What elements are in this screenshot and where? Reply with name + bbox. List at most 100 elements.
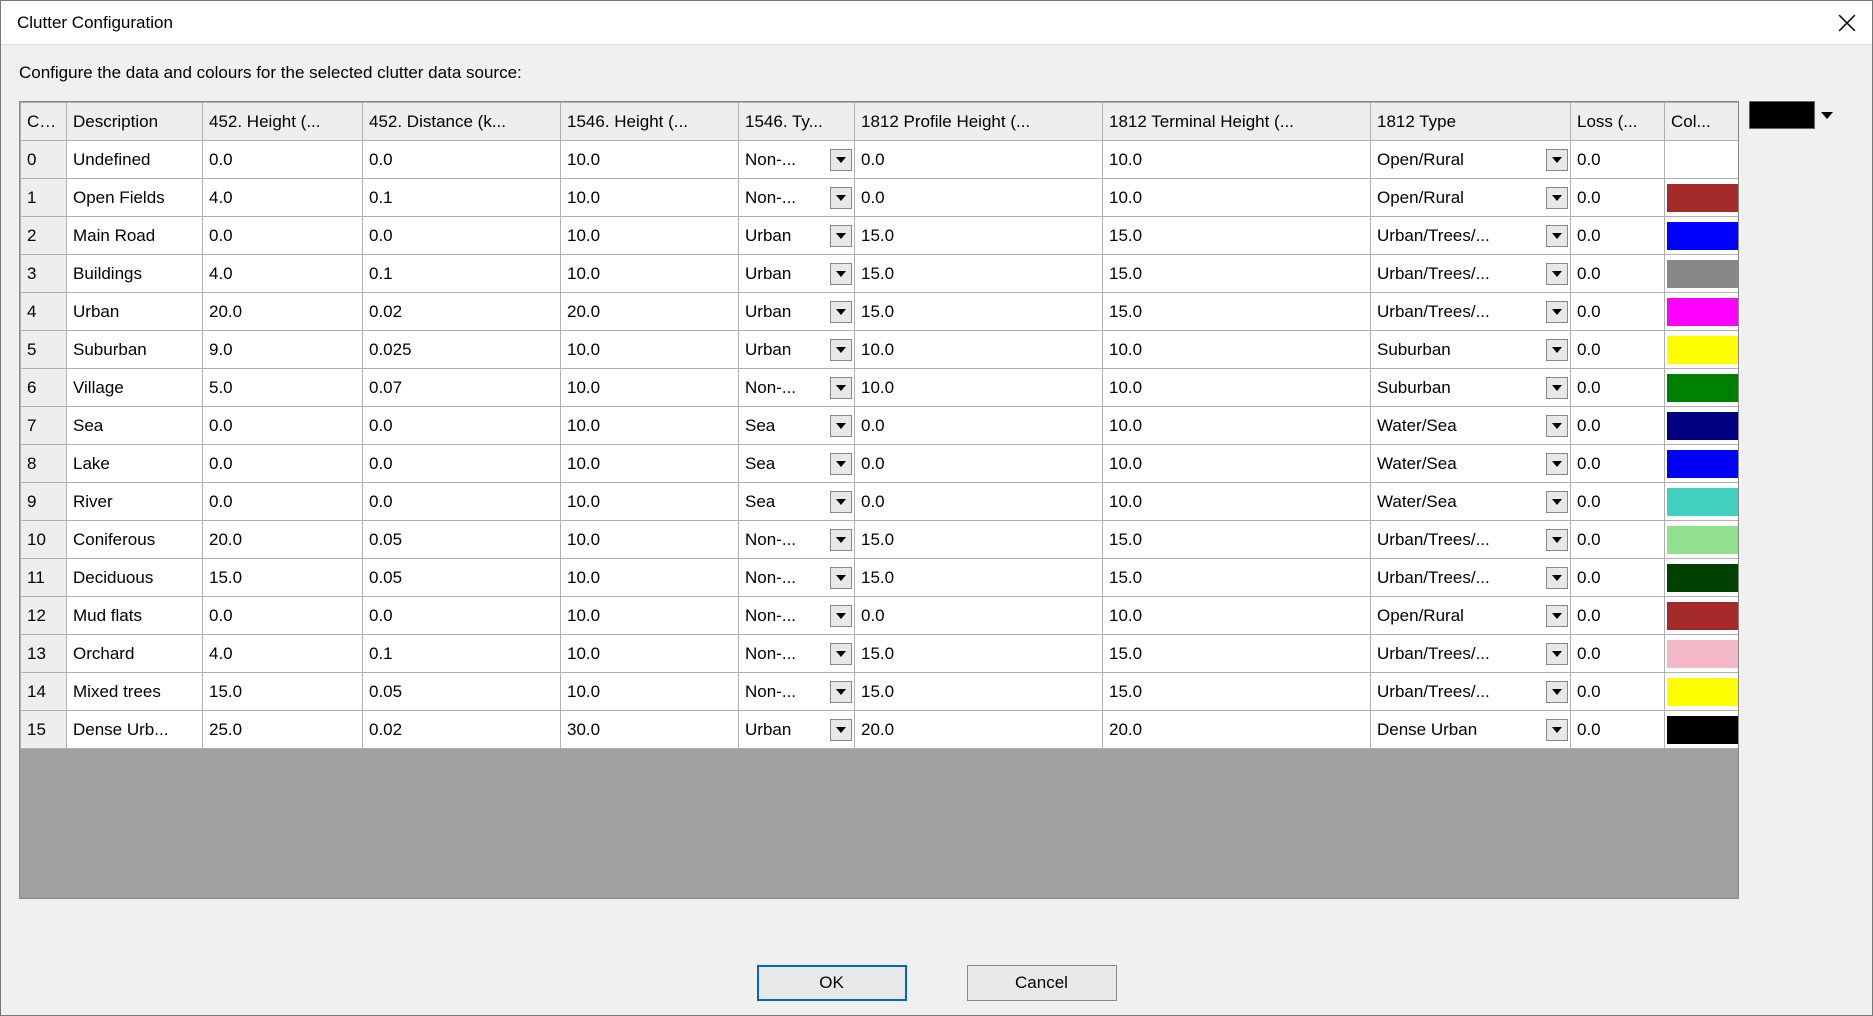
cell-t1546[interactable]: Non-... <box>739 521 855 559</box>
cell-h452[interactable]: 0.0 <box>203 483 363 521</box>
cell-t1812[interactable]: Water/Sea <box>1371 483 1571 521</box>
cell-t1546[interactable]: Urban <box>739 331 855 369</box>
dropdown-button[interactable] <box>1546 491 1568 513</box>
cell-desc[interactable]: Open Fields <box>67 179 203 217</box>
column-header[interactable]: 1546. Height (... <box>561 103 739 141</box>
cell-code[interactable]: 4 <box>21 293 67 331</box>
color-swatch[interactable] <box>1667 412 1738 440</box>
cell-h1546[interactable]: 10.0 <box>561 521 739 559</box>
cell-code[interactable]: 2 <box>21 217 67 255</box>
cell-h1546[interactable]: 10.0 <box>561 673 739 711</box>
cell-desc[interactable]: Orchard <box>67 635 203 673</box>
cell-d452[interactable]: 0.1 <box>363 255 561 293</box>
column-header[interactable]: Loss (... <box>1571 103 1665 141</box>
cell-ph1812[interactable]: 15.0 <box>855 635 1103 673</box>
cell-desc[interactable]: Dense Urb... <box>67 711 203 749</box>
cell-h1546[interactable]: 10.0 <box>561 635 739 673</box>
color-swatch[interactable] <box>1667 146 1738 174</box>
cell-t1546[interactable]: Sea <box>739 407 855 445</box>
column-header[interactable]: Co... <box>21 103 67 141</box>
color-swatch[interactable] <box>1667 526 1738 554</box>
color-swatch[interactable] <box>1667 450 1738 478</box>
cell-h452[interactable]: 4.0 <box>203 635 363 673</box>
cell-code[interactable]: 3 <box>21 255 67 293</box>
cell-h452[interactable]: 0.0 <box>203 217 363 255</box>
cell-ph1812[interactable]: 0.0 <box>855 445 1103 483</box>
cell-loss[interactable]: 0.0 <box>1571 141 1665 179</box>
cell-color[interactable] <box>1665 597 1740 635</box>
cell-t1546[interactable]: Non-... <box>739 673 855 711</box>
cell-h452[interactable]: 20.0 <box>203 521 363 559</box>
cell-h452[interactable]: 25.0 <box>203 711 363 749</box>
dropdown-button[interactable] <box>830 605 852 627</box>
cell-code[interactable]: 14 <box>21 673 67 711</box>
cell-loss[interactable]: 0.0 <box>1571 217 1665 255</box>
cell-color[interactable] <box>1665 407 1740 445</box>
cell-d452[interactable]: 0.02 <box>363 293 561 331</box>
cell-d452[interactable]: 0.025 <box>363 331 561 369</box>
cell-th1812[interactable]: 10.0 <box>1103 445 1371 483</box>
cell-h1546[interactable]: 10.0 <box>561 445 739 483</box>
cell-h1546[interactable]: 10.0 <box>561 179 739 217</box>
clutter-grid[interactable]: Co...Description452. Height (...452. Dis… <box>19 101 1739 899</box>
dropdown-button[interactable] <box>1546 377 1568 399</box>
cell-t1812[interactable]: Suburban <box>1371 331 1571 369</box>
dropdown-button[interactable] <box>1546 339 1568 361</box>
dropdown-button[interactable] <box>830 149 852 171</box>
dropdown-button[interactable] <box>830 339 852 361</box>
cell-t1812[interactable]: Open/Rural <box>1371 597 1571 635</box>
cell-t1546[interactable]: Urban <box>739 711 855 749</box>
cell-t1546[interactable]: Urban <box>739 255 855 293</box>
cell-t1546[interactable]: Non-... <box>739 369 855 407</box>
cell-t1546[interactable]: Urban <box>739 217 855 255</box>
cell-d452[interactable]: 0.05 <box>363 673 561 711</box>
cell-d452[interactable]: 0.0 <box>363 597 561 635</box>
column-header[interactable]: 1546. Ty... <box>739 103 855 141</box>
cell-ph1812[interactable]: 0.0 <box>855 483 1103 521</box>
cell-desc[interactable]: Village <box>67 369 203 407</box>
cell-h452[interactable]: 0.0 <box>203 407 363 445</box>
dropdown-button[interactable] <box>1546 263 1568 285</box>
cell-t1546[interactable]: Non-... <box>739 597 855 635</box>
cell-loss[interactable]: 0.0 <box>1571 711 1665 749</box>
dropdown-button[interactable] <box>1546 643 1568 665</box>
cell-ph1812[interactable]: 0.0 <box>855 407 1103 445</box>
cell-loss[interactable]: 0.0 <box>1571 255 1665 293</box>
color-swatch[interactable] <box>1667 260 1738 288</box>
cell-t1812[interactable]: Open/Rural <box>1371 141 1571 179</box>
cell-th1812[interactable]: 10.0 <box>1103 141 1371 179</box>
cell-h1546[interactable]: 10.0 <box>561 255 739 293</box>
color-swatch[interactable] <box>1667 298 1738 326</box>
cell-t1812[interactable]: Suburban <box>1371 369 1571 407</box>
cell-color[interactable] <box>1665 521 1740 559</box>
cell-th1812[interactable]: 15.0 <box>1103 255 1371 293</box>
cell-color[interactable] <box>1665 635 1740 673</box>
cell-h1546[interactable]: 20.0 <box>561 293 739 331</box>
cell-t1812[interactable]: Urban/Trees/... <box>1371 217 1571 255</box>
cell-t1546[interactable]: Sea <box>739 483 855 521</box>
cell-h452[interactable]: 9.0 <box>203 331 363 369</box>
cell-t1812[interactable]: Urban/Trees/... <box>1371 559 1571 597</box>
cell-h1546[interactable]: 10.0 <box>561 407 739 445</box>
cell-color[interactable] <box>1665 141 1740 179</box>
dropdown-button[interactable] <box>1546 605 1568 627</box>
cell-desc[interactable]: Deciduous <box>67 559 203 597</box>
dropdown-button[interactable] <box>1546 187 1568 209</box>
color-swatch[interactable] <box>1667 374 1738 402</box>
cell-t1812[interactable]: Water/Sea <box>1371 407 1571 445</box>
cell-h1546[interactable]: 10.0 <box>561 141 739 179</box>
dropdown-button[interactable] <box>1546 529 1568 551</box>
cell-t1546[interactable]: Non-... <box>739 559 855 597</box>
cell-color[interactable] <box>1665 179 1740 217</box>
cell-ph1812[interactable]: 10.0 <box>855 331 1103 369</box>
cell-code[interactable]: 7 <box>21 407 67 445</box>
cell-d452[interactable]: 0.0 <box>363 141 561 179</box>
cell-t1812[interactable]: Water/Sea <box>1371 445 1571 483</box>
cell-d452[interactable]: 0.0 <box>363 445 561 483</box>
cell-loss[interactable]: 0.0 <box>1571 179 1665 217</box>
cell-loss[interactable]: 0.0 <box>1571 597 1665 635</box>
column-header[interactable]: 1812 Type <box>1371 103 1571 141</box>
close-button[interactable] <box>1834 10 1860 36</box>
cell-ph1812[interactable]: 10.0 <box>855 369 1103 407</box>
cell-t1812[interactable]: Dense Urban <box>1371 711 1571 749</box>
